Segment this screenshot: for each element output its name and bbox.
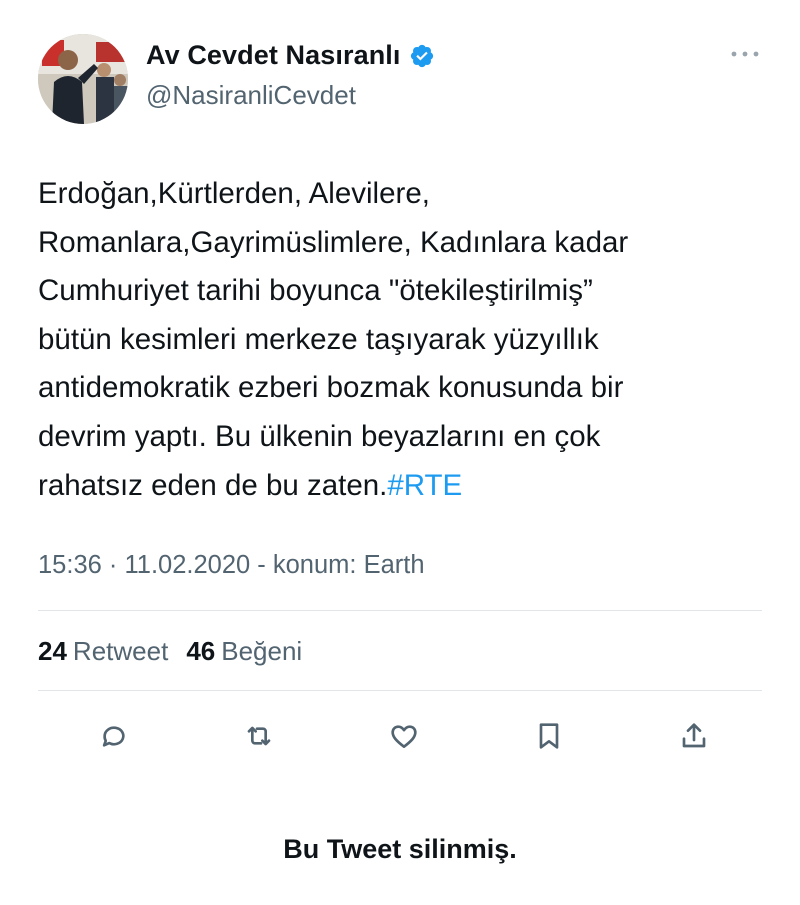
tweet-text-line: Cumhuriyet tarihi boyunca "ötekileştiril… (38, 274, 593, 308)
author-handle[interactable]: @NasiranliCevdet (146, 80, 356, 111)
action-bar (94, 716, 714, 756)
tweet-text-line: rahatsız eden de bu zaten. (38, 468, 388, 502)
reply-button[interactable] (94, 716, 134, 756)
bookmark-icon (539, 723, 559, 749)
retweet-stat[interactable]: 24 Retweet (38, 636, 168, 667)
profile-photo (38, 34, 128, 124)
retweet-icon (247, 726, 271, 746)
share-icon (682, 723, 706, 748)
tweet-timestamp[interactable]: 15:36 · 11.02.2020 - konum: Earth (38, 551, 425, 580)
retweet-button[interactable] (239, 716, 279, 756)
divider (38, 690, 762, 691)
like-icon (391, 725, 417, 748)
tweet-text-line-last: rahatsız eden de bu zaten.#RTE (38, 462, 768, 511)
tweet-text: Erdoğan,Kürtlerden, Alevilere, Romanlara… (38, 170, 768, 510)
retweet-count: 24 (38, 636, 67, 666)
author-name-row: Av Cevdet Nasıranlı (146, 40, 435, 71)
avatar[interactable] (38, 34, 128, 124)
engagement-stats: 24 Retweet 46 Beğeni (38, 636, 302, 667)
share-button[interactable] (674, 716, 714, 756)
retweet-label: Retweet (72, 636, 169, 666)
author-name[interactable]: Av Cevdet Nasıranlı (146, 40, 401, 71)
verified-badge-icon (410, 44, 433, 67)
divider (38, 610, 762, 611)
more-dots-icon[interactable] (728, 44, 762, 64)
tweet-card: Av Cevdet Nasıranlı @NasiranliCevdet Erd… (0, 0, 800, 905)
tweet-text-line: antidemokratik ezberi bozmak konusunda b… (38, 371, 624, 405)
tweet-text-line: Erdoğan,Kürtlerden, Alevilere, (38, 177, 430, 210)
like-label: Beğeni (221, 636, 303, 666)
tweet-text-line: devrim yaptı. Bu ülkenin beyazlarını en … (38, 419, 601, 453)
deleted-tweet-notice: Bu Tweet silinmiş. (283, 834, 517, 864)
like-button[interactable] (384, 716, 424, 756)
like-count: 46 (186, 636, 216, 666)
hashtag-link[interactable]: #RTE (387, 469, 462, 502)
reply-icon (102, 726, 125, 747)
bookmark-button[interactable] (529, 716, 569, 756)
like-stat[interactable]: 46 Beğeni (186, 636, 302, 667)
tweet-text-line: Romanlara,Gayrimüslimlere, Kadınlara kad… (38, 225, 629, 259)
tweet-text-line: bütün kesimleri merkeze taşıyarak yüzyıl… (38, 322, 599, 356)
